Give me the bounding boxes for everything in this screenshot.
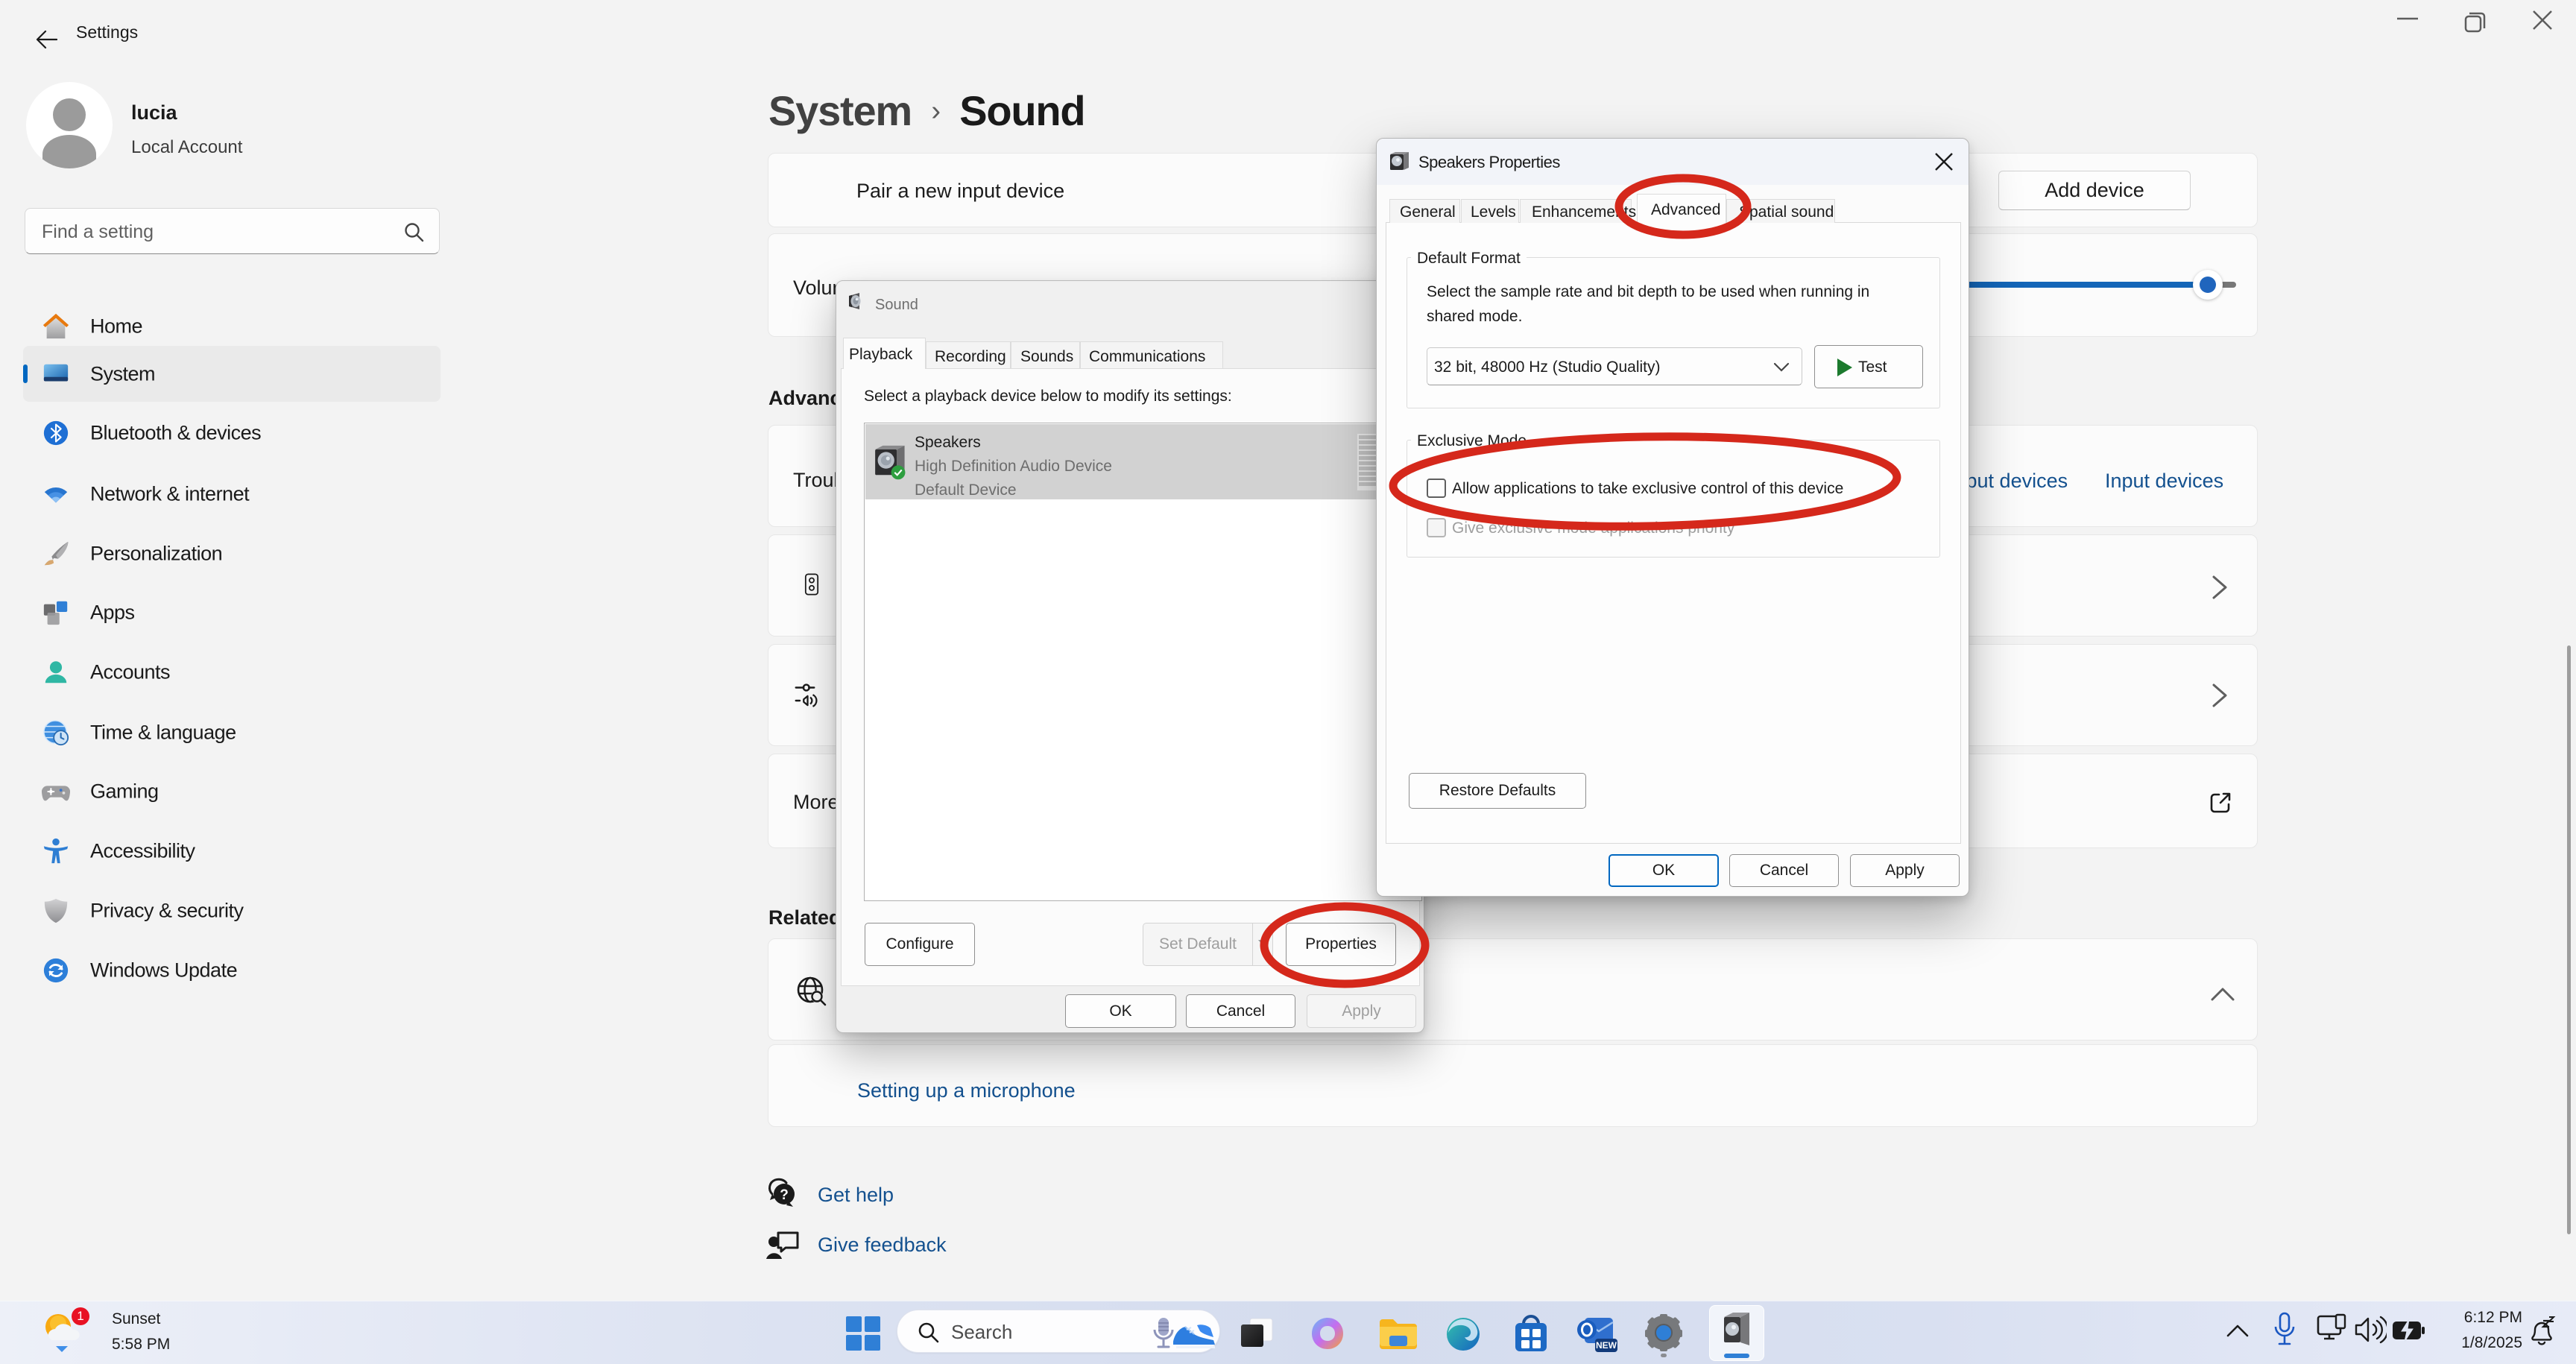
svg-text:?: ?: [780, 1187, 789, 1203]
svg-text:1: 1: [77, 1309, 83, 1323]
svg-text:NEW: NEW: [1596, 1340, 1617, 1351]
